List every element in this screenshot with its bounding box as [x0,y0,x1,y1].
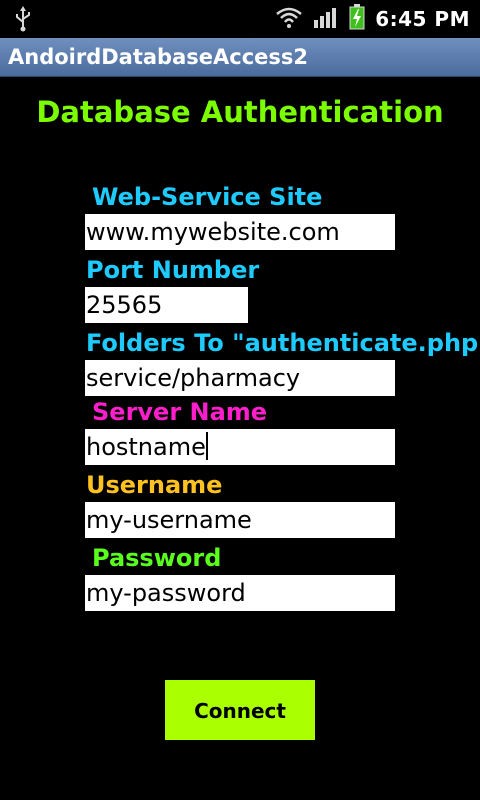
password-value: my-password [86,579,246,607]
port-number-input[interactable]: 25565 [85,287,248,323]
username-input[interactable]: my-username [85,502,395,538]
page-heading: Database Authentication [36,95,444,129]
wifi-icon [275,6,303,32]
username-label: Username [86,471,223,499]
web-service-site-label: Web-Service Site [92,183,323,211]
connect-button[interactable]: Connect [165,680,315,740]
title-bar: AndoirdDatabaseAccess2 [0,38,480,77]
folders-label: Folders To "authenticate.php" [86,329,480,357]
status-icons: 6:45 PM [275,0,470,38]
server-name-input[interactable]: hostname [85,429,395,465]
port-number-label: Port Number [86,256,260,284]
web-service-site-input[interactable]: www.mywebsite.com [85,214,395,250]
server-name-value: hostname [86,433,206,461]
folders-value: service/pharmacy [86,364,301,392]
status-bar: 6:45 PM [0,0,480,38]
app-title: AndoirdDatabaseAccess2 [8,45,309,69]
server-name-label: Server Name [92,398,268,426]
usb-icon [14,6,32,39]
port-number-value: 25565 [86,291,163,319]
folders-input[interactable]: service/pharmacy [85,360,395,396]
password-label: Password [92,544,222,572]
screen: 6:45 PM AndoirdDatabaseAccess2 Database … [0,0,480,800]
web-service-site-value: www.mywebsite.com [86,218,340,246]
username-value: my-username [86,506,252,534]
text-cursor [205,432,208,460]
status-time: 6:45 PM [375,7,470,31]
battery-charging-icon [349,4,365,34]
signal-bars-icon [313,6,339,32]
password-input[interactable]: my-password [85,575,395,611]
